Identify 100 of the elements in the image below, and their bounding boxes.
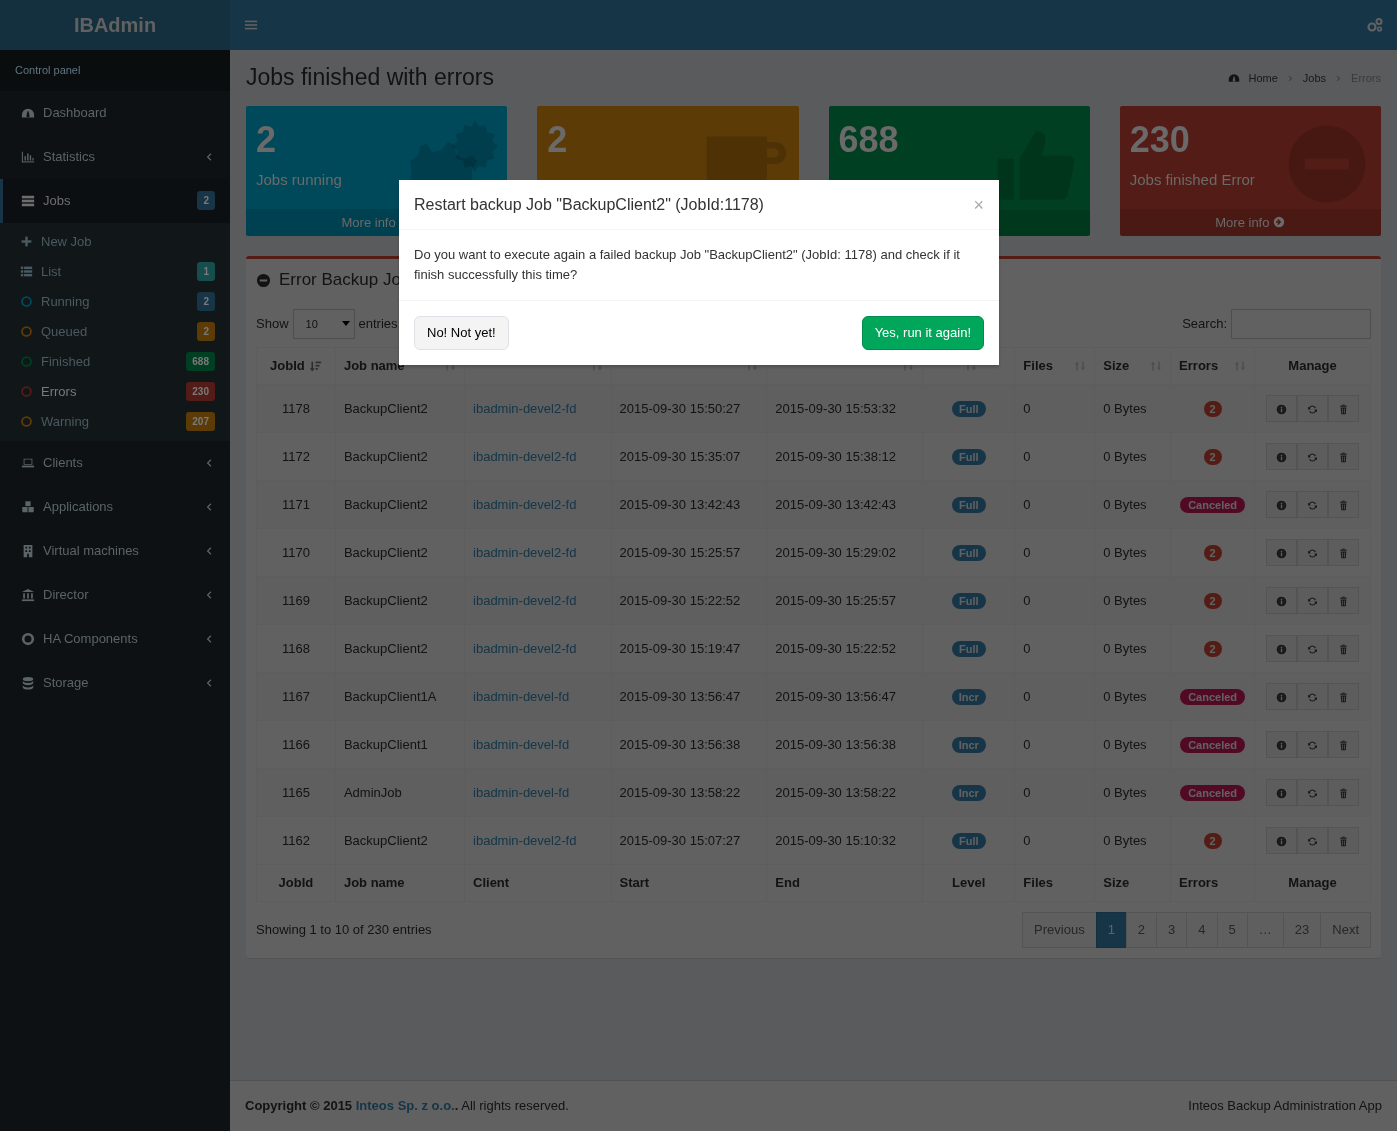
table-cell: 2015-09-30 15:38:12 — [766, 432, 923, 481]
info-button[interactable] — [1266, 442, 1298, 471]
list-icon — [20, 265, 33, 278]
delete-button[interactable] — [1328, 730, 1360, 759]
page-button[interactable]: 4 — [1186, 912, 1218, 948]
info-button[interactable] — [1266, 634, 1298, 663]
submenu-item[interactable]: Warning 207 — [0, 406, 230, 437]
info-icon — [1276, 740, 1288, 752]
info-icon — [1276, 596, 1288, 608]
column-header[interactable]: Size — [1103, 356, 1130, 376]
refresh-icon — [1307, 548, 1319, 560]
refresh-icon — [1307, 644, 1319, 656]
restart-button[interactable] — [1297, 490, 1329, 519]
table-cell: BackupClient2 — [335, 576, 465, 625]
level-badge: Full — [951, 496, 986, 513]
delete-button[interactable] — [1328, 826, 1360, 855]
delete-button[interactable] — [1328, 682, 1360, 711]
sidebar-item[interactable]: Virtual machines — [0, 528, 230, 573]
delete-button[interactable] — [1328, 634, 1360, 663]
cancel-button[interactable]: No! Not yet! — [414, 316, 509, 350]
column-footer: Errors — [1170, 864, 1255, 902]
page-button[interactable]: 5 — [1216, 912, 1248, 948]
close-button[interactable]: × — [973, 195, 984, 214]
page-button[interactable]: 3 — [1156, 912, 1188, 948]
table-cell: 0 — [1014, 720, 1095, 769]
caret-icon — [341, 321, 350, 327]
sidebar-item[interactable]: Applications — [0, 484, 230, 529]
delete-button[interactable] — [1328, 586, 1360, 615]
info-button[interactable] — [1266, 682, 1298, 711]
info-button[interactable] — [1266, 586, 1298, 615]
restart-button[interactable] — [1297, 634, 1329, 663]
stat-number: 230 — [1128, 118, 1191, 162]
info-button[interactable] — [1266, 778, 1298, 807]
stat-label: Jobs running — [255, 170, 343, 191]
table-cell: 2015-09-30 15:22:52 — [766, 624, 923, 673]
info-icon — [1276, 692, 1288, 704]
restart-button[interactable] — [1297, 538, 1329, 567]
delete-button[interactable] — [1328, 490, 1360, 519]
count-badge: 207 — [186, 412, 215, 431]
submenu-item[interactable]: Queued 2 — [0, 316, 230, 347]
page-button[interactable]: 1 — [1095, 912, 1127, 948]
submenu-item[interactable]: New Job — [0, 226, 230, 257]
more-info-link[interactable]: More info — [1119, 208, 1381, 236]
restart-button[interactable] — [1297, 826, 1329, 855]
table-cell: 1167 — [256, 672, 336, 721]
restart-button[interactable] — [1297, 394, 1329, 423]
restart-button[interactable] — [1297, 778, 1329, 807]
submenu-item[interactable]: Finished 688 — [0, 346, 230, 377]
info-button[interactable] — [1266, 394, 1298, 423]
info-button[interactable] — [1266, 826, 1298, 855]
circle-icon — [20, 385, 33, 398]
sidebar-item[interactable]: HA Components — [0, 616, 230, 661]
info-button[interactable] — [1266, 730, 1298, 759]
breadcrumb-link[interactable]: Jobs — [1302, 69, 1327, 87]
app-logo[interactable]: IBAdmin — [0, 0, 230, 50]
trash-icon — [1338, 596, 1350, 608]
table-cell: 2015-09-30 13:56:47 — [766, 672, 923, 721]
canceled-badge: Canceled — [1180, 688, 1246, 705]
restart-button[interactable] — [1297, 682, 1329, 711]
refresh-icon — [1307, 596, 1319, 608]
table-cell: 2015-09-30 13:42:43 — [611, 480, 767, 529]
delete-button[interactable] — [1328, 538, 1360, 567]
delete-button[interactable] — [1328, 778, 1360, 807]
page-button[interactable]: Previous — [1022, 912, 1097, 948]
column-header[interactable]: Files — [1023, 356, 1053, 376]
sidebar-item[interactable]: Storage — [0, 660, 230, 705]
sidebar-item[interactable]: Director — [0, 572, 230, 617]
restart-button[interactable] — [1297, 442, 1329, 471]
table-cell: BackupClient2 — [335, 432, 465, 481]
menu-icon[interactable] — [244, 18, 258, 32]
delete-button[interactable] — [1328, 442, 1360, 471]
error-count-badge: 2 — [1203, 400, 1222, 417]
restart-button[interactable] — [1297, 730, 1329, 759]
column-footer: Files — [1014, 864, 1095, 902]
confirm-button[interactable]: Yes, run it again! — [861, 316, 984, 350]
page-button[interactable]: Next — [1320, 912, 1371, 948]
table-cell: 0 Bytes — [1094, 384, 1171, 433]
page-button[interactable]: … — [1246, 912, 1284, 948]
level-badge: Full — [951, 832, 986, 849]
stat-number: 688 — [837, 118, 900, 162]
gears-icon[interactable] — [1367, 17, 1383, 33]
sidebar-item[interactable]: Statistics — [0, 134, 230, 179]
delete-button[interactable] — [1328, 394, 1360, 423]
info-icon — [1276, 404, 1288, 416]
table-cell: 2015-09-30 15:10:32 — [766, 816, 923, 865]
page-size-select[interactable]: 10 — [292, 309, 355, 339]
company-link[interactable]: Inteos Sp. z o.o. — [355, 1098, 455, 1114]
submenu-item[interactable]: Errors 230 — [0, 376, 230, 407]
sidebar-item[interactable]: Clients — [0, 440, 230, 485]
info-button[interactable] — [1266, 490, 1298, 519]
info-button[interactable] — [1266, 538, 1298, 567]
breadcrumb-link[interactable]: Home — [1248, 69, 1278, 87]
restart-button[interactable] — [1297, 586, 1329, 615]
table-cell: 2015-09-30 13:42:43 — [766, 480, 923, 529]
table-cell: 0 — [1014, 528, 1095, 577]
count-badge: 230 — [186, 382, 215, 401]
submenu-item[interactable]: Running 2 — [0, 286, 230, 317]
submenu-item[interactable]: List 1 — [0, 256, 230, 287]
page-button[interactable]: 2 — [1125, 912, 1158, 948]
sidebar-item[interactable]: Dashboard — [0, 90, 230, 135]
